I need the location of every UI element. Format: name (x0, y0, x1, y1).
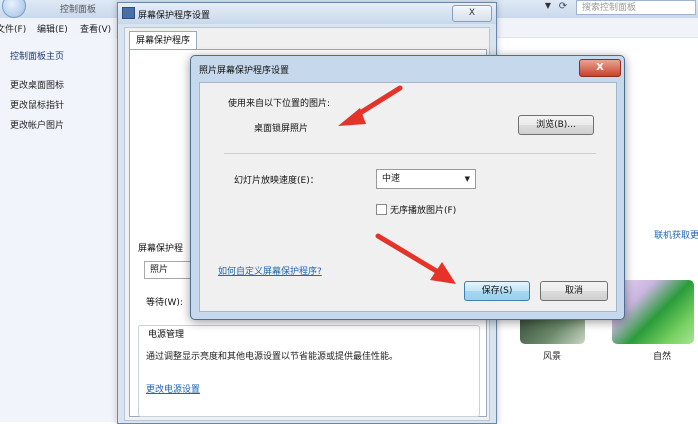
slideshow-speed-label: 幻灯片放映速度(E)： (234, 176, 319, 186)
annotation-arrow-icon (338, 85, 403, 126)
close-button[interactable]: X (579, 59, 621, 77)
use-pictures-label: 使用来自以下位置的图片: (228, 99, 331, 109)
power-management-title: 电源管理 (146, 327, 187, 340)
change-power-settings-link[interactable]: 更改电源设置 (146, 382, 200, 395)
theme-label-nature: 自然 (653, 352, 672, 362)
wait-label: 等待(W): (146, 298, 183, 308)
annotation-arrow-icon (375, 233, 456, 284)
sidebar-item-desktop-icons[interactable]: 更改桌面图标 (10, 78, 64, 91)
sidebar-item-account-picture[interactable]: 更改帐户图片 (10, 118, 64, 131)
slideshow-speed-select[interactable]: 中速 ▼ (376, 169, 476, 189)
sidebar: 控制面板主页 更改桌面图标 更改鼠标指针 更改帐户图片 (0, 37, 116, 422)
sidebar-item-mouse-pointer[interactable]: 更改鼠标指针 (10, 98, 64, 111)
sidebar-home-link[interactable]: 控制面板主页 (10, 49, 64, 62)
menu-file[interactable]: 文件(F) (0, 22, 26, 35)
picture-folder-name: 桌面锁屏照片 (254, 124, 309, 134)
get-more-themes-link[interactable]: 联机获取更 (654, 228, 698, 241)
browse-button[interactable]: 浏览(B)... (518, 115, 594, 135)
dialog-title: 屏幕保护程序设置 (138, 11, 211, 21)
dialog-title: 照片屏幕保护程序设置 (199, 66, 290, 76)
power-management-description: 通过调整显示亮度和其他电源设置以节省能源或提供最佳性能。 (146, 352, 399, 362)
shuffle-checkbox[interactable] (376, 204, 387, 215)
menu-view[interactable]: 查看(V) (80, 22, 111, 35)
menu-edit[interactable]: 编辑(E) (37, 22, 68, 35)
chevron-down-icon[interactable]: ▼ (542, 1, 554, 15)
tab-screensaver[interactable]: 屏幕保护程序 (129, 31, 198, 50)
slideshow-speed-value: 中速 (382, 174, 401, 184)
theme-label-landscape: 风景 (543, 352, 562, 362)
power-management-group (138, 325, 480, 417)
divider (224, 153, 596, 154)
refresh-icon[interactable]: ⟳ (556, 1, 570, 15)
breadcrumb[interactable]: 控制面板 (60, 2, 96, 15)
monitor-icon (122, 7, 135, 19)
chevron-down-icon: ▼ (464, 175, 470, 183)
save-button[interactable]: 保存(S) (464, 281, 530, 301)
dialog-titlebar[interactable]: 照片屏幕保护程序设置 X (191, 56, 624, 80)
shuffle-label[interactable]: 无序播放图片(F) (390, 203, 456, 216)
back-button[interactable] (2, 0, 26, 18)
customize-help-link[interactable]: 如何自定义屏幕保护程序? (218, 264, 322, 277)
screensaver-group-label: 屏幕保护程 (138, 244, 184, 254)
search-input[interactable]: 搜索控制面板 (576, 0, 696, 15)
close-button[interactable]: X (452, 5, 492, 22)
cancel-button[interactable]: 取消 (540, 281, 608, 301)
dialog-titlebar[interactable]: 屏幕保护程序设置 X (118, 3, 496, 24)
